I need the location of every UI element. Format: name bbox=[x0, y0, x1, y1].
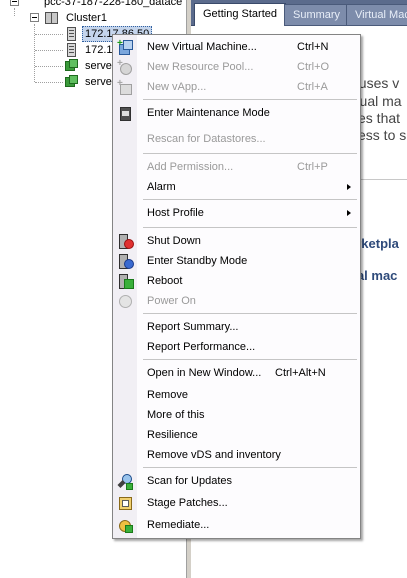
menu-item-power-on[interactable]: Power On bbox=[113, 291, 360, 311]
menu-item-label: Rescan for Datastores... bbox=[147, 133, 266, 145]
menu-item-shortcut: Ctrl+A bbox=[297, 81, 328, 93]
menu-item-report-summary[interactable]: Report Summary... bbox=[113, 317, 360, 337]
menu-separator bbox=[143, 199, 357, 200]
menu-item-label: Reboot bbox=[147, 275, 183, 287]
menu-item-stage-patches[interactable]: Stage Patches... bbox=[113, 493, 360, 513]
menu-separator bbox=[143, 359, 357, 360]
tab-virtual-machines[interactable]: Virtual Machi bbox=[346, 4, 407, 26]
menu-separator bbox=[143, 153, 357, 154]
menu-item-open-new-window[interactable]: Open in New Window... Ctrl+Alt+N bbox=[113, 363, 360, 383]
menu-item-shortcut: Ctrl+Alt+N bbox=[275, 367, 326, 379]
menu-item-label: Enter Maintenance Mode bbox=[147, 107, 270, 119]
menu-item-enter-standby-mode[interactable]: Enter Standby Mode bbox=[113, 251, 360, 271]
new-vm-icon: + bbox=[117, 39, 133, 55]
host-label: 172.1 bbox=[85, 44, 113, 56]
menu-item-more-of-this[interactable]: More of this bbox=[113, 405, 360, 425]
menu-item-enter-maintenance-mode[interactable]: Enter Maintenance Mode bbox=[113, 103, 360, 123]
menu-item-reboot[interactable]: Reboot bbox=[113, 271, 360, 291]
menu-item-resilience[interactable]: Resilience bbox=[113, 425, 360, 445]
menu-item-shortcut: Ctrl+O bbox=[297, 61, 330, 73]
menu-item-label: Shut Down bbox=[147, 235, 201, 247]
menu-item-label: Report Summary... bbox=[147, 321, 239, 333]
menu-item-remove-vds-inventory[interactable]: Remove vDS and inventory bbox=[113, 445, 360, 465]
menu-separator bbox=[143, 227, 357, 228]
collapse-icon[interactable] bbox=[30, 13, 39, 22]
scan-updates-icon bbox=[117, 473, 133, 490]
menu-item-rescan-datastores[interactable]: Rescan for Datastores... bbox=[113, 129, 360, 149]
menu-separator bbox=[143, 99, 357, 100]
menu-item-label: Add Permission... bbox=[147, 161, 234, 173]
menu-item-label: New Virtual Machine... bbox=[147, 41, 257, 53]
cluster-label: Cluster1 bbox=[66, 12, 107, 24]
menu-item-label: Remediate... bbox=[147, 519, 210, 531]
reboot-icon bbox=[117, 273, 134, 289]
menu-item-alarm[interactable]: Alarm bbox=[113, 177, 360, 197]
tab-bar: Getting Started Summary Virtual Machi bbox=[191, 0, 407, 26]
menu-separator bbox=[143, 467, 357, 468]
menu-item-label: Alarm bbox=[147, 181, 176, 193]
menu-item-shut-down[interactable]: Shut Down bbox=[113, 231, 360, 251]
menu-item-new-vapp[interactable]: + New vApp... Ctrl+A bbox=[113, 77, 360, 97]
standby-mode-icon bbox=[117, 253, 134, 269]
shut-down-icon bbox=[117, 233, 134, 249]
menu-item-report-performance[interactable]: Report Performance... bbox=[113, 337, 360, 357]
menu-item-shortcut: Ctrl+P bbox=[297, 161, 328, 173]
vm-label: serve bbox=[85, 60, 112, 72]
menu-item-add-permission[interactable]: Add Permission... Ctrl+P bbox=[113, 157, 360, 177]
menu-item-label: New vApp... bbox=[147, 81, 207, 93]
menu-item-new-resource-pool[interactable]: + New Resource Pool... Ctrl+O bbox=[113, 57, 360, 77]
vm-icon bbox=[65, 75, 78, 87]
vm-label: serve bbox=[85, 76, 112, 88]
menu-item-label: New Resource Pool... bbox=[147, 61, 254, 73]
vm-icon bbox=[65, 59, 78, 71]
maintenance-mode-icon bbox=[117, 105, 133, 121]
host-context-menu: + New Virtual Machine... Ctrl+N + New Re… bbox=[112, 34, 361, 539]
new-resource-pool-icon: + bbox=[117, 59, 133, 75]
menu-item-remediate[interactable]: Remediate... bbox=[113, 515, 360, 535]
menu-item-label: More of this bbox=[147, 409, 205, 421]
menu-item-label: Remove vDS and inventory bbox=[147, 449, 281, 461]
menu-item-label: Stage Patches... bbox=[147, 497, 228, 509]
collapse-icon[interactable] bbox=[10, 0, 19, 6]
tree-item-cluster[interactable]: Cluster1 bbox=[0, 10, 186, 26]
tab-getting-started[interactable]: Getting Started bbox=[194, 3, 286, 26]
host-icon bbox=[67, 43, 76, 57]
tab-summary[interactable]: Summary bbox=[284, 4, 350, 26]
submenu-arrow-icon bbox=[347, 210, 351, 216]
menu-item-host-profile[interactable]: Host Profile bbox=[113, 203, 360, 223]
submenu-arrow-icon bbox=[347, 184, 351, 190]
stage-patches-icon bbox=[117, 495, 133, 511]
menu-item-label: Resilience bbox=[147, 429, 198, 441]
menu-item-label: Enter Standby Mode bbox=[147, 255, 248, 267]
remediate-icon bbox=[117, 517, 133, 533]
menu-item-remove[interactable]: Remove bbox=[113, 385, 360, 405]
power-on-icon bbox=[117, 293, 133, 309]
menu-separator bbox=[143, 313, 357, 314]
menu-item-label: Open in New Window... bbox=[147, 367, 262, 379]
menu-item-new-virtual-machine[interactable]: + New Virtual Machine... Ctrl+N bbox=[113, 37, 360, 57]
menu-item-label: Host Profile bbox=[147, 207, 204, 219]
menu-item-shortcut: Ctrl+N bbox=[297, 41, 329, 53]
cluster-icon bbox=[45, 12, 59, 24]
host-icon bbox=[67, 27, 76, 41]
menu-item-label: Power On bbox=[147, 295, 196, 307]
menu-item-label: Report Performance... bbox=[147, 341, 256, 353]
datacenter-label: pcc-37-187-228-180_datace bbox=[44, 0, 183, 8]
new-vapp-icon: + bbox=[117, 79, 133, 95]
menu-item-label: Remove bbox=[147, 389, 188, 401]
menu-item-scan-for-updates[interactable]: Scan for Updates bbox=[113, 471, 360, 491]
menu-item-label: Scan for Updates bbox=[147, 475, 232, 487]
tree-item-datacenter[interactable]: pcc-37-187-228-180_datace bbox=[0, 0, 186, 10]
